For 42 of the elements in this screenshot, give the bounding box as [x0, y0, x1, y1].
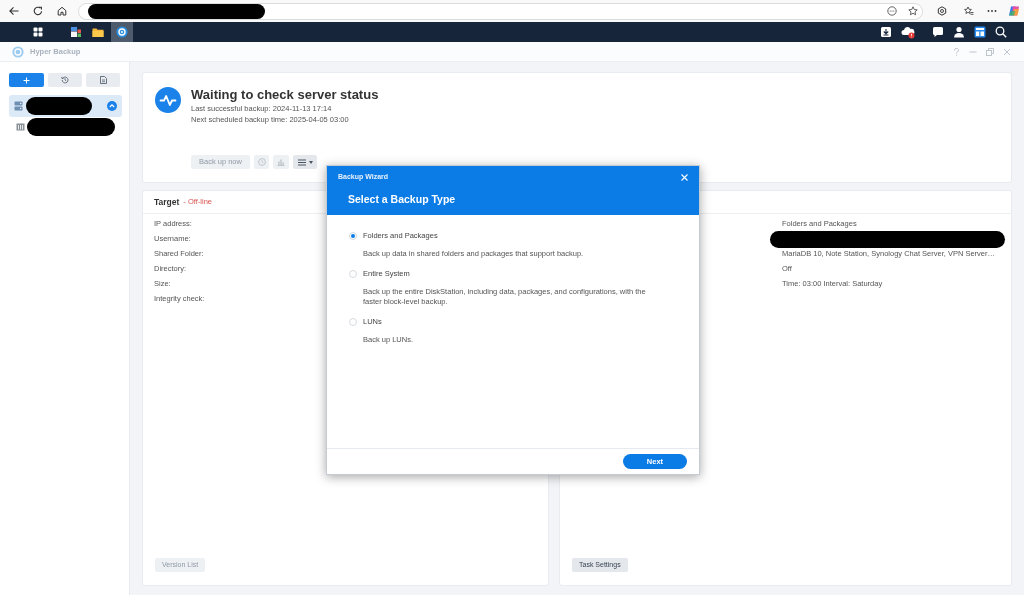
add-button[interactable] — [9, 73, 44, 87]
backup-app-icon — [116, 26, 128, 38]
package-icon — [70, 26, 82, 38]
cloud-icon[interactable] — [901, 25, 915, 39]
plus-icon — [23, 76, 30, 84]
panel-title: Target — [154, 195, 180, 209]
clock-icon — [257, 158, 266, 166]
grid-icon — [33, 27, 43, 37]
radio-button[interactable] — [349, 318, 357, 326]
favorites-icon[interactable] — [964, 6, 974, 16]
search-icon[interactable] — [995, 26, 1007, 38]
pulse-icon — [155, 87, 181, 113]
home-icon[interactable] — [57, 6, 67, 16]
reload-icon[interactable] — [33, 6, 43, 16]
hexagon-icon[interactable] — [937, 6, 947, 16]
caret-icon — [308, 160, 313, 164]
colorful-logo-icon[interactable] — [1008, 5, 1020, 17]
radio-button[interactable] — [349, 270, 357, 278]
bar-chart-icon — [277, 158, 285, 166]
status-title: Waiting to check server status — [191, 87, 379, 103]
back-arrow-icon[interactable] — [9, 6, 19, 16]
history-icon — [61, 76, 69, 84]
taskbar-button[interactable] — [111, 22, 133, 42]
document-icon — [99, 76, 107, 84]
address-bar[interactable] — [78, 2, 923, 20]
radio-button[interactable] — [349, 232, 357, 240]
circle-dots-icon[interactable] — [887, 6, 897, 16]
redaction-mark — [26, 97, 92, 115]
dialog-heading: Select a Backup Type — [347, 192, 457, 206]
download-icon[interactable] — [880, 26, 892, 38]
sidebar-item[interactable] — [9, 95, 122, 117]
log-button[interactable] — [86, 73, 120, 87]
drive-icon — [16, 123, 25, 131]
app-icon — [12, 45, 24, 58]
star-icon[interactable] — [908, 6, 918, 16]
chat-icon[interactable] — [932, 26, 944, 38]
menu-button[interactable] — [293, 155, 317, 169]
menu-icon — [297, 158, 306, 166]
user-icon[interactable] — [953, 26, 965, 38]
widget-icon[interactable] — [974, 26, 986, 38]
server-icon — [14, 101, 23, 111]
folder-icon — [92, 26, 104, 38]
